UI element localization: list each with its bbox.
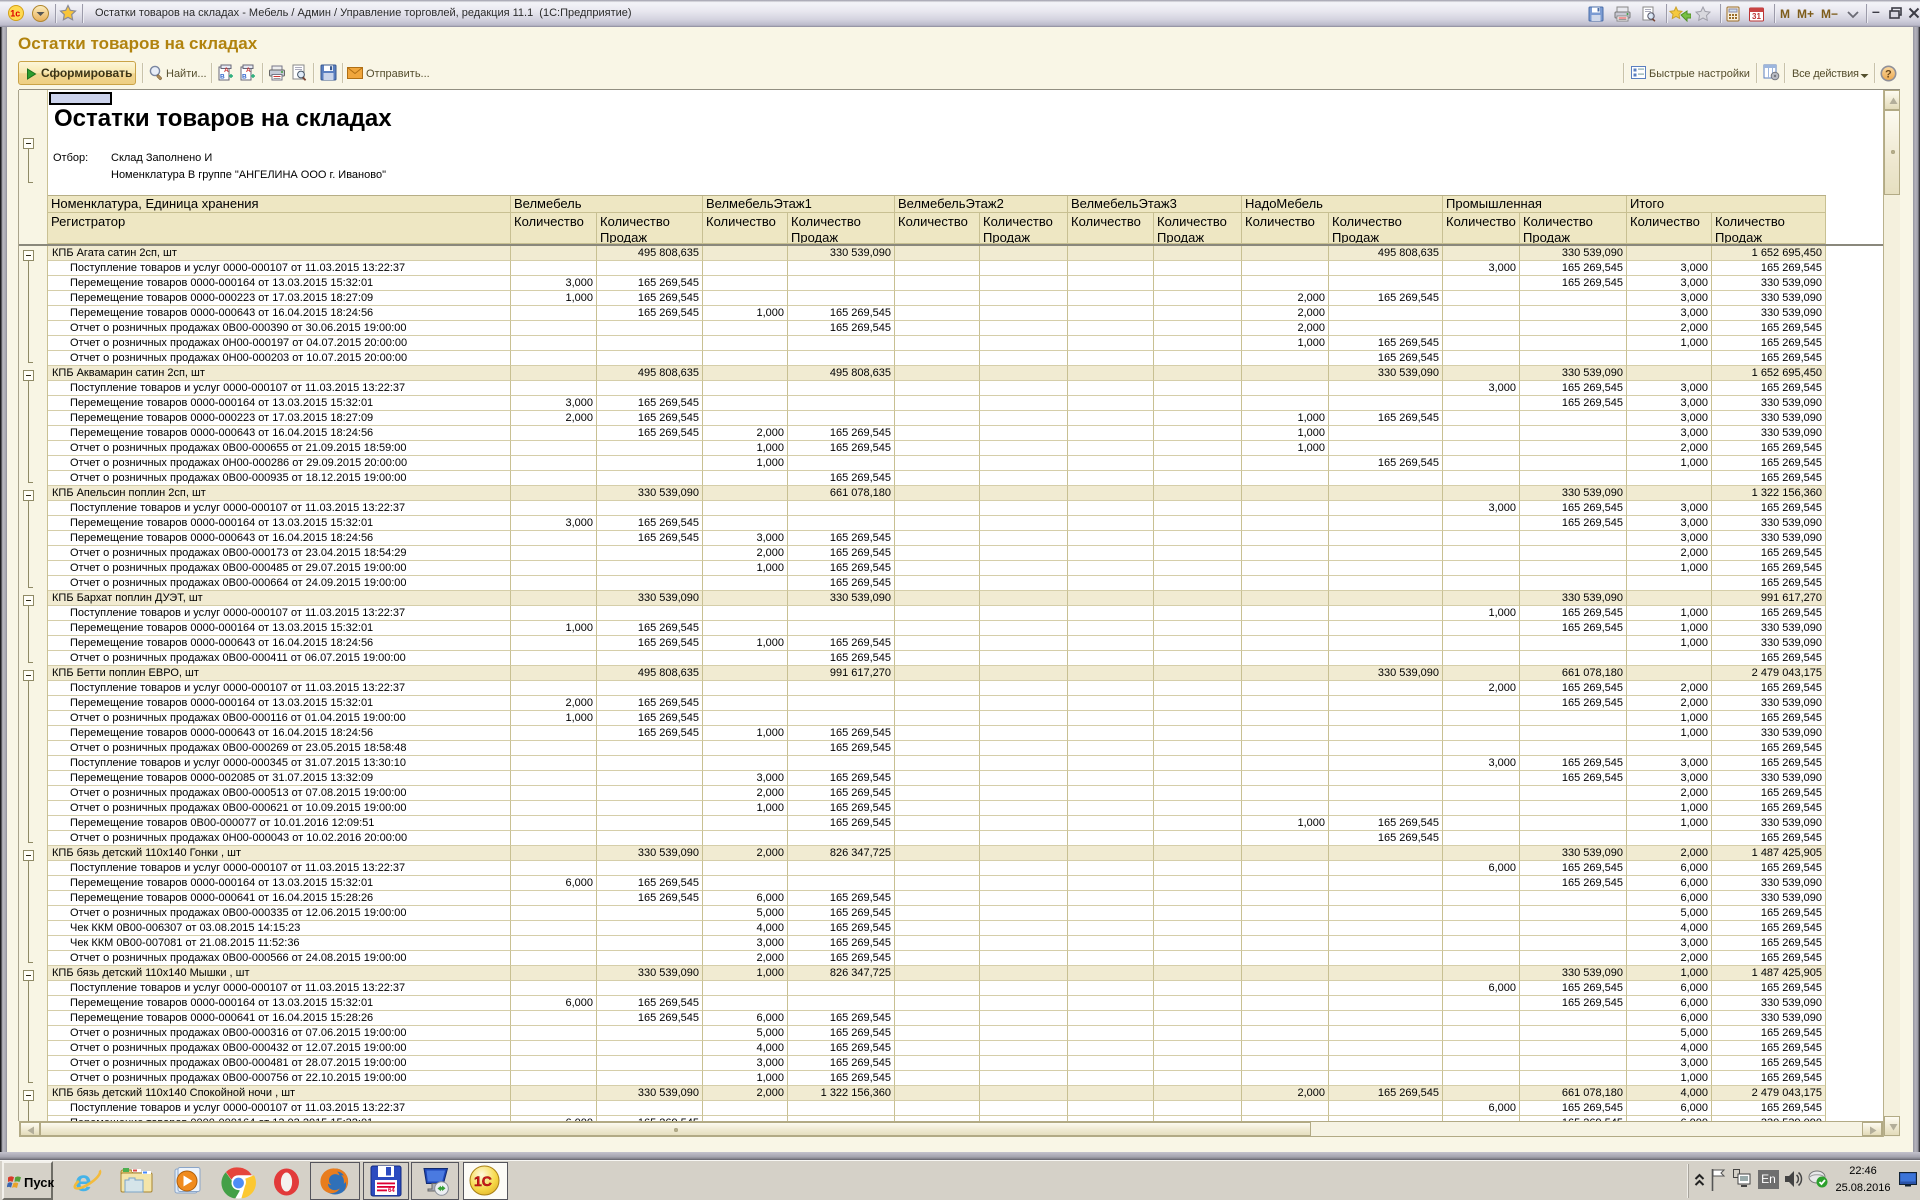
svg-text:31: 31 <box>1752 12 1761 21</box>
svg-text:B: B <box>220 74 225 81</box>
svg-text:1с: 1с <box>10 9 20 19</box>
svg-text:A: A <box>246 67 251 74</box>
svg-text:1С: 1С <box>474 1173 492 1189</box>
svg-text:A: A <box>224 67 229 74</box>
svg-text:B: B <box>242 74 247 81</box>
svg-text:64: 64 <box>388 1188 395 1194</box>
svg-text:?: ? <box>1885 69 1892 81</box>
